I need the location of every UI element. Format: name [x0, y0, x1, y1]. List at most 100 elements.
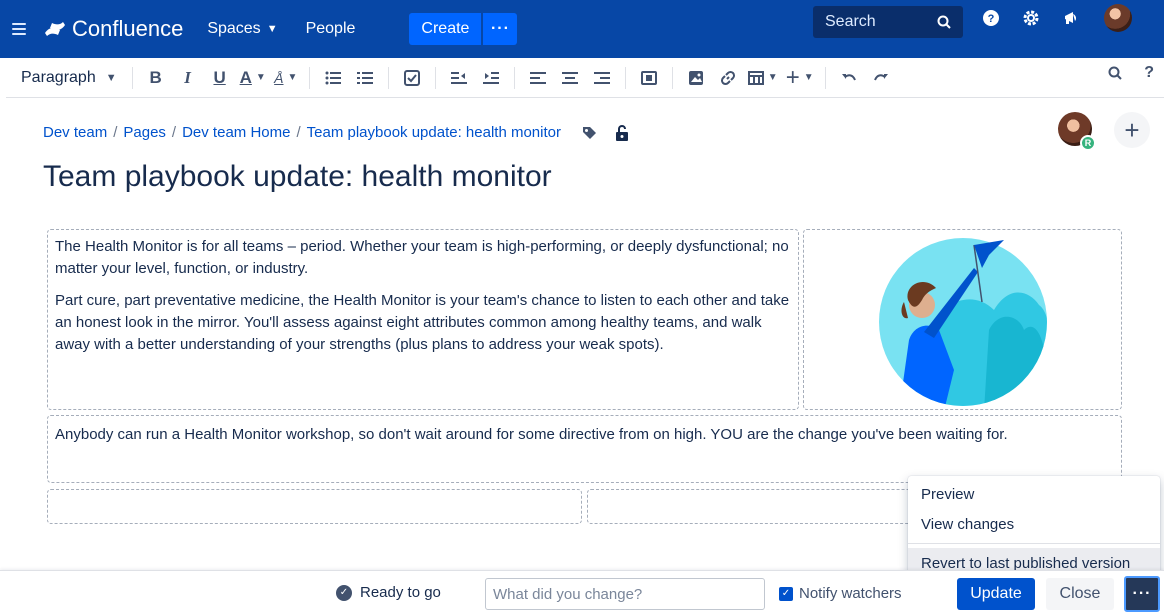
text-color-button[interactable]: A ▼	[240, 64, 266, 92]
help-icon[interactable]: ?	[980, 7, 1002, 29]
insert-table-button[interactable]: ▼	[747, 64, 778, 92]
app-switcher-icon[interactable]	[12, 18, 34, 40]
plus-icon: +	[1124, 114, 1140, 145]
people-link[interactable]: People	[306, 20, 356, 38]
create-more-button[interactable]: ···	[483, 13, 518, 45]
align-center-icon	[561, 71, 578, 84]
page-layout-button[interactable]	[637, 64, 661, 92]
clear-formatting-icon: Å	[274, 69, 284, 86]
chevron-down-icon: ▼	[255, 72, 266, 83]
underline-label: U	[213, 67, 226, 87]
search-input[interactable]: Search	[813, 6, 963, 38]
layout-cell-text[interactable]: Anybody can run a Health Monitor worksho…	[47, 415, 1122, 483]
menu-item-view-changes[interactable]: View changes	[908, 509, 1160, 539]
editor-footer: ✓ Ready to go ✓ Notify watchers Update C…	[0, 570, 1164, 616]
breadcrumb-separator: /	[296, 124, 301, 141]
unlocked-padlock-icon[interactable]	[615, 124, 629, 141]
chevron-down-icon: ▼	[767, 72, 778, 83]
more-actions-button[interactable]: ···	[1124, 576, 1160, 612]
user-avatar[interactable]	[1104, 4, 1132, 32]
search-placeholder: Search	[825, 13, 876, 30]
italic-button[interactable]: I	[176, 64, 200, 92]
numbered-list-icon	[356, 71, 373, 84]
image-icon	[688, 70, 703, 85]
layout-cell-image[interactable]	[803, 229, 1122, 410]
breadcrumb-item[interactable]: Team playbook update: health monitor	[307, 124, 561, 141]
breadcrumb-separator: /	[171, 124, 177, 141]
save-status: ✓ Ready to go	[336, 584, 441, 601]
redo-icon	[873, 73, 888, 80]
outdent-button[interactable]	[447, 64, 471, 92]
insert-more-button[interactable]: + ▼	[786, 64, 814, 92]
spaces-menu[interactable]: Spaces ▼	[207, 20, 277, 38]
toolbar-divider	[131, 66, 133, 89]
menu-divider	[908, 543, 1160, 544]
layout-cell-text[interactable]: The Health Monitor is for all teams – pe…	[47, 229, 799, 410]
layout-cell-empty[interactable]	[47, 489, 582, 524]
more-actions-menu: Preview View changes Revert to last publ…	[908, 476, 1160, 578]
notifications-megaphone-icon[interactable]	[1060, 7, 1082, 29]
toolbar-divider	[824, 66, 826, 89]
status-label: Ready to go	[360, 584, 441, 601]
breadcrumb: Dev team / Pages / Dev team Home / Team …	[43, 124, 629, 141]
italic-label: I	[184, 67, 191, 87]
label-tag-icon[interactable]	[581, 125, 597, 141]
align-left-button[interactable]	[526, 64, 550, 92]
checkbox-icon	[403, 69, 420, 86]
breadcrumb-item[interactable]: Pages	[123, 124, 166, 141]
chevron-down-icon: ▼	[266, 23, 278, 35]
align-right-icon	[593, 71, 610, 84]
close-button[interactable]: Close	[1046, 578, 1114, 610]
keyboard-help-icon[interactable]: ?	[1144, 64, 1154, 82]
undo-button[interactable]	[837, 64, 861, 92]
paragraph-style-label: Paragraph	[21, 68, 96, 86]
body-paragraph: The Health Monitor is for all teams – pe…	[55, 238, 789, 277]
bullet-list-icon	[325, 71, 341, 84]
add-collaborator-button[interactable]: +	[1114, 112, 1150, 148]
create-button[interactable]: Create	[409, 13, 482, 45]
menu-item-preview[interactable]: Preview	[908, 479, 1160, 509]
find-replace-icon[interactable]	[1108, 66, 1122, 80]
redo-button[interactable]	[869, 64, 893, 92]
change-comment-input[interactable]	[485, 578, 765, 610]
breadcrumb-item[interactable]: Dev team	[43, 124, 107, 141]
bold-label: B	[149, 67, 162, 87]
spaces-label: Spaces	[207, 20, 261, 37]
toolbar-divider	[513, 66, 515, 89]
body-paragraph: Anybody can run a Health Monitor worksho…	[55, 426, 1008, 443]
update-button[interactable]: Update	[957, 578, 1035, 610]
settings-gear-icon[interactable]	[1020, 7, 1042, 29]
health-monitor-illustration[interactable]	[804, 230, 1123, 411]
align-right-button[interactable]	[590, 64, 614, 92]
chevron-down-icon: ▼	[105, 71, 117, 84]
checkbox-checked-icon[interactable]: ✓	[779, 586, 793, 601]
app-name: Confluence	[72, 16, 184, 41]
confluence-logo[interactable]: Confluence	[44, 16, 183, 42]
breadcrumb-item[interactable]: Dev team Home	[182, 124, 290, 141]
notify-label: Notify watchers	[799, 585, 902, 602]
bullet-list-button[interactable]	[321, 64, 345, 92]
insert-link-button[interactable]	[716, 64, 740, 92]
toolbar-divider	[308, 66, 310, 89]
bold-button[interactable]: B	[144, 64, 168, 92]
plus-icon: +	[785, 63, 800, 91]
top-navigation: Confluence Spaces ▼ People Create ··· Se…	[0, 0, 1164, 58]
notify-watchers-toggle[interactable]: ✓ Notify watchers	[779, 585, 902, 602]
underline-button[interactable]: U	[208, 64, 232, 92]
indent-icon	[482, 71, 499, 84]
page-title[interactable]: Team playbook update: health monitor	[43, 160, 552, 194]
align-center-button[interactable]	[558, 64, 582, 92]
paragraph-style-select[interactable]: Paragraph ▼	[21, 69, 117, 87]
collaborator-badge: R	[1080, 135, 1096, 151]
numbered-list-button[interactable]	[353, 64, 377, 92]
toolbar-divider	[624, 66, 626, 89]
checkmark-circle-icon: ✓	[336, 584, 352, 601]
link-icon	[720, 70, 735, 85]
action-item-button[interactable]	[400, 64, 424, 92]
editor-toolbar: Paragraph ▼ B I U A ▼ Å ▼ ▼ + ▼ ?	[6, 58, 1164, 98]
layout-icon	[640, 70, 657, 85]
align-left-icon	[529, 71, 546, 84]
indent-button[interactable]	[479, 64, 503, 92]
more-formatting-button[interactable]: Å ▼	[274, 64, 298, 92]
insert-image-button[interactable]	[684, 64, 708, 92]
